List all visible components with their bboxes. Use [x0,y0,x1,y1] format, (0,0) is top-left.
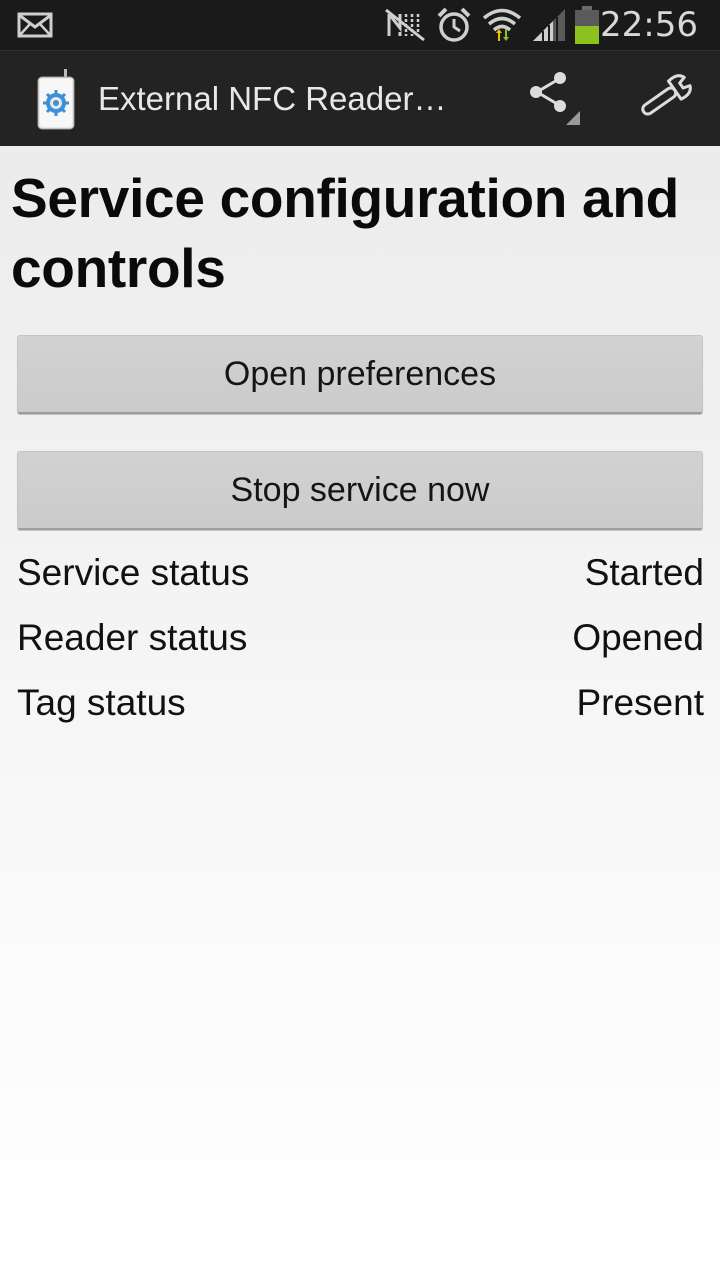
nfc-off-icon [383,0,429,50]
battery-icon [572,0,602,50]
reader-status-row: Reader status Opened [17,609,704,667]
service-status-label: Service status [17,552,250,593]
settings-button[interactable] [620,51,710,147]
app-title: External NFC Reader… [98,80,447,117]
status-time: 22:56 [600,5,698,45]
alarm-icon [434,0,474,50]
share-icon [522,67,582,132]
status-bar: 22:56 [0,0,720,50]
service-status-value: Started [584,552,704,593]
reader-status-label: Reader status [17,617,248,658]
tag-status-value: Present [576,682,704,723]
share-button[interactable] [510,51,594,147]
signal-icon [530,0,568,50]
service-status-row: Service status Started [17,544,704,602]
tag-status-row: Tag status Present [17,674,704,732]
open-preferences-button[interactable]: Open preferences [18,336,702,414]
nfc-reader-app-icon[interactable] [32,69,82,131]
mail-icon [16,0,54,50]
action-bar: External NFC Reader… [0,50,720,146]
stop-service-button[interactable]: Stop service now [18,452,702,530]
page-title: Service configuration and controls [11,167,679,299]
wifi-icon [480,0,524,50]
reader-status-value: Opened [572,617,704,658]
tag-status-label: Tag status [17,682,186,723]
wrench-icon [635,72,695,127]
